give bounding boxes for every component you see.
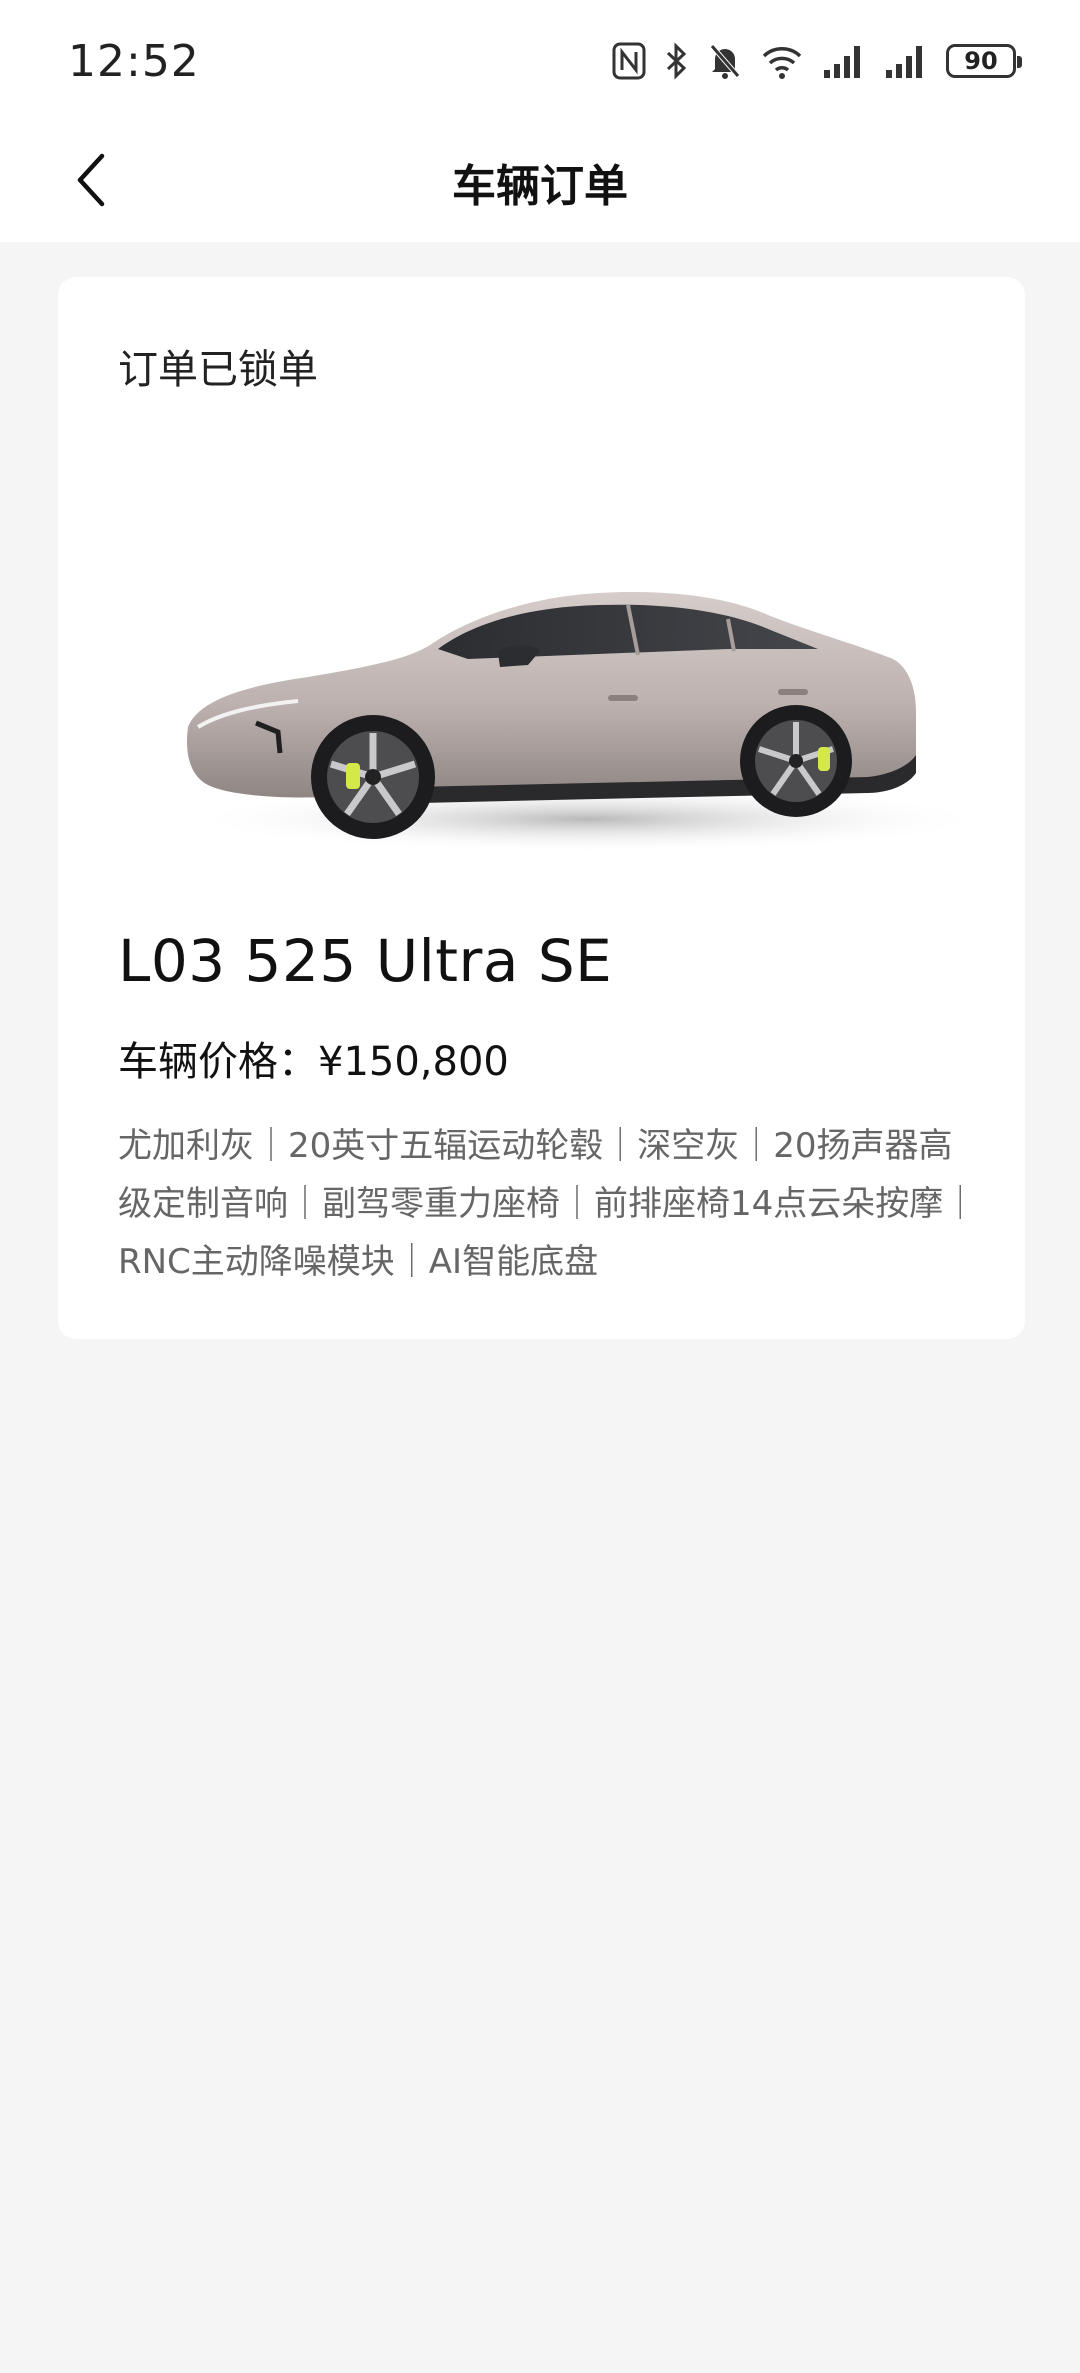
price-label: 车辆价格： [118, 1039, 318, 1085]
order-status: 订单已锁单 [118, 347, 318, 393]
signal-icon [884, 42, 928, 80]
page-title: 车辆订单 [452, 161, 628, 212]
status-icons: 90 [612, 36, 1022, 86]
order-card[interactable]: 订单已锁单 L03 525 Ultra SE 车辆价格：¥150,800 尤加利… [58, 277, 1025, 1339]
top-bar: 12:52 90 车辆订单 [0, 0, 1080, 242]
price-value: ¥150,800 [318, 1039, 509, 1085]
car-model-name: L03 525 Ultra SE [118, 927, 613, 995]
bluetooth-icon [664, 42, 690, 80]
nfc-icon [612, 42, 646, 80]
status-time: 12:52 [68, 36, 200, 87]
wifi-icon [760, 42, 804, 80]
price-row: 车辆价格：¥150,800 [118, 1029, 509, 1087]
mute-icon [708, 42, 742, 80]
battery-icon: 90 [946, 44, 1022, 78]
status-bar: 12:52 90 [0, 0, 1080, 120]
nav-bar: 车辆订单 [0, 120, 1080, 242]
car-image [168, 527, 1008, 867]
options-list: 尤加利灰｜20英寸五辐运动轮毂｜深空灰｜20扬声器高级定制音响｜副驾零重力座椅｜… [118, 1126, 978, 1282]
signal-icon [822, 42, 866, 80]
